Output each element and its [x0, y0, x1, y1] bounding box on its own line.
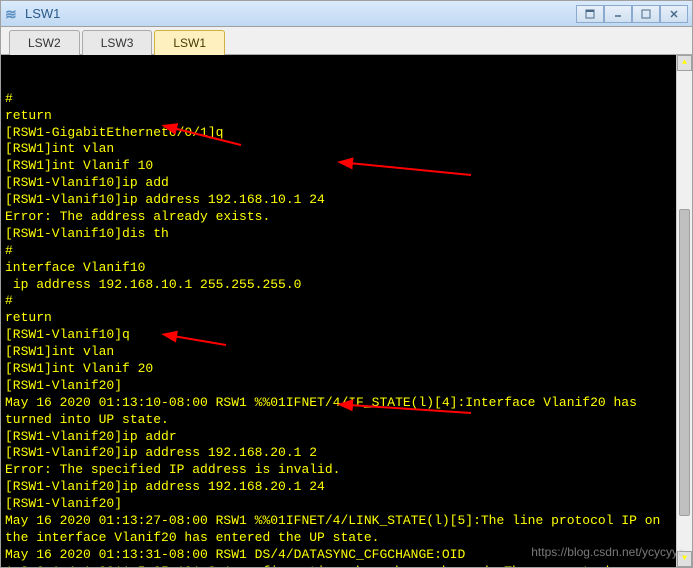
- terminal-line: [RSW1-Vlanif10]ip add: [5, 175, 688, 192]
- terminal-line: #: [5, 293, 688, 310]
- terminal-line: [RSW1]int vlan: [5, 344, 688, 361]
- tab-lsw2[interactable]: LSW2: [9, 30, 80, 55]
- scrollbar-up-button[interactable]: ▲: [677, 55, 692, 71]
- scrollbar[interactable]: ▲ ▼: [676, 55, 692, 567]
- terminal-line: #: [5, 91, 688, 108]
- terminal-line: [RSW1-Vlanif20]ip address 192.168.20.1 2: [5, 445, 688, 462]
- minimize-button[interactable]: [604, 5, 632, 23]
- terminal-line: interface Vlanif10: [5, 260, 688, 277]
- terminal-line: ip address 192.168.10.1 255.255.255.0: [5, 277, 688, 294]
- aux-button[interactable]: [576, 5, 604, 23]
- terminal-line: [RSW1-Vlanif20]ip address 192.168.20.1 2…: [5, 479, 688, 496]
- app-window: ≋ LSW1 LSW2 LSW3 LSW1 #return[RSW1-Gigab…: [0, 0, 693, 568]
- tabbar: LSW2 LSW3 LSW1: [1, 27, 692, 55]
- terminal-line: [RSW1-Vlanif10]q: [5, 327, 688, 344]
- terminal-line: [RSW1]int vlan: [5, 141, 688, 158]
- scrollbar-thumb[interactable]: [679, 209, 690, 516]
- terminal-line: return: [5, 108, 688, 125]
- terminal-line: [RSW1]int Vlanif 10: [5, 158, 688, 175]
- terminal-line: [RSW1-Vlanif10]ip address 192.168.10.1 2…: [5, 192, 688, 209]
- terminal-line: [RSW1-Vlanif20]ip addr: [5, 429, 688, 446]
- titlebar: ≋ LSW1: [1, 1, 692, 27]
- terminal-line: #: [5, 243, 688, 260]
- terminal-line: Error: The address already exists.: [5, 209, 688, 226]
- close-button[interactable]: [660, 5, 688, 23]
- terminal-line: return: [5, 310, 688, 327]
- terminal-line: [RSW1-GigabitEthernet0/0/1]q: [5, 125, 688, 142]
- terminal-line: [RSW1]int Vlanif 20: [5, 361, 688, 378]
- terminal-line: May 16 2020 01:13:31-08:00 RSW1 DS/4/DAT…: [5, 547, 688, 567]
- terminal-line: [RSW1-Vlanif10]dis th: [5, 226, 688, 243]
- scrollbar-down-button[interactable]: ▼: [677, 551, 692, 567]
- terminal[interactable]: #return[RSW1-GigabitEthernet0/0/1]q[RSW1…: [1, 55, 692, 567]
- window-title: LSW1: [25, 6, 60, 21]
- terminal-content: #return[RSW1-GigabitEthernet0/0/1]q[RSW1…: [5, 91, 688, 567]
- window-buttons: [576, 5, 688, 23]
- terminal-line: May 16 2020 01:13:27-08:00 RSW1 %%01IFNE…: [5, 513, 688, 547]
- maximize-button[interactable]: [632, 5, 660, 23]
- terminal-line: [RSW1-Vlanif20]: [5, 496, 688, 513]
- title-left: ≋ LSW1: [5, 6, 60, 22]
- tab-lsw3[interactable]: LSW3: [82, 30, 153, 55]
- terminal-line: May 16 2020 01:13:10-08:00 RSW1 %%01IFNE…: [5, 395, 688, 429]
- terminal-line: [RSW1-Vlanif20]: [5, 378, 688, 395]
- app-icon: ≋: [5, 6, 21, 22]
- tab-lsw1[interactable]: LSW1: [154, 30, 225, 55]
- terminal-line: Error: The specified IP address is inval…: [5, 462, 688, 479]
